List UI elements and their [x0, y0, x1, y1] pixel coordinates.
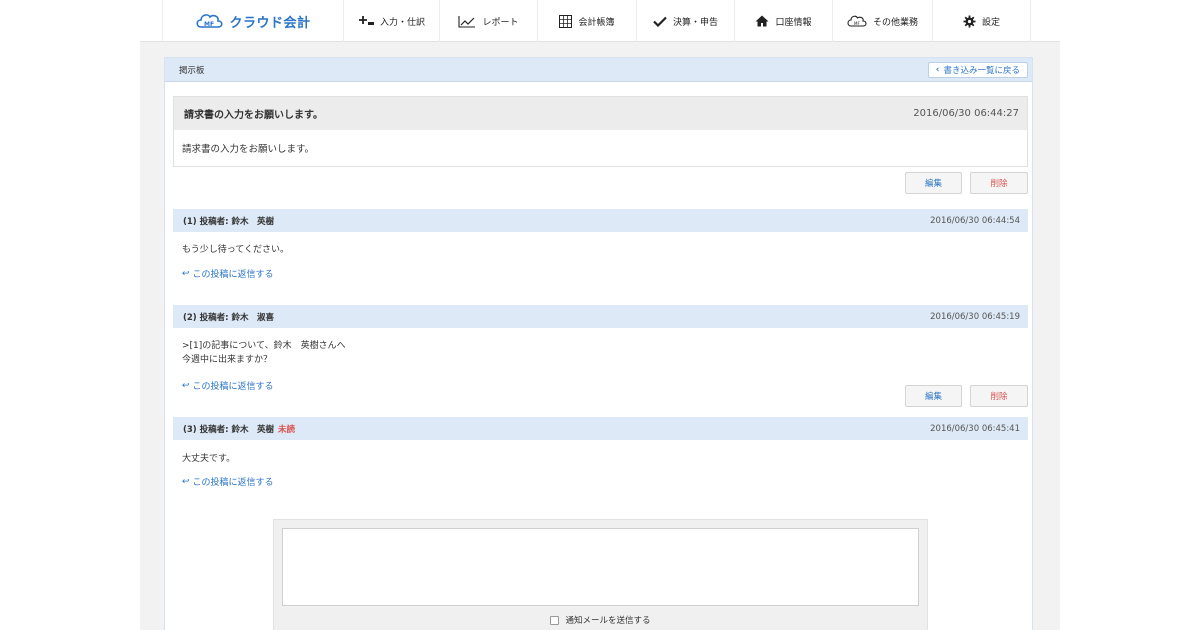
ledger-grid-icon: [559, 14, 573, 28]
post-header: (1) 投稿者: 鈴木 英樹 2016/06/30 06:44:54: [173, 209, 1028, 232]
topic-card: 請求書の入力をお願いします。 2016/06/30 06:44:27 請求書の入…: [173, 96, 1028, 167]
post-header: (2) 投稿者: 鈴木 淑喜 2016/06/30 06:45:19: [173, 305, 1028, 328]
topic-delete-button[interactable]: 削除: [970, 172, 1028, 194]
app-window: MF クラウド会計 入力・仕訳 レポート 会計帳簿 決算・申告 口座情報 MF …: [140, 0, 1060, 630]
reply-link-label: この投稿に返信する: [192, 270, 274, 280]
nav-item-label: 入力・仕訳: [379, 17, 425, 28]
topic-header: 請求書の入力をお願いします。 2016/06/30 06:44:27: [174, 97, 1027, 130]
reply-arrow-icon: ↩: [182, 268, 190, 279]
post-date: 2016/06/30 06:44:54: [930, 215, 1020, 226]
post-author: (1) 投稿者: 鈴木 英樹: [183, 215, 278, 227]
nav-item-label: 口座情報: [775, 17, 812, 28]
unread-badge: 未読: [278, 424, 296, 435]
gear-icon: [963, 15, 976, 28]
post-author-text: (2) 投稿者: 鈴木 淑喜: [183, 312, 275, 323]
board-header: 掲示板 ‹ 書き込み一覧に戻る: [165, 58, 1032, 82]
nav-item-label: 設定: [981, 17, 1000, 28]
compose-panel: 通知メールを送信する: [273, 519, 928, 630]
reply-link[interactable]: ↩ この投稿に返信する: [182, 379, 274, 393]
topic-body: 請求書の入力をお願いします。: [174, 130, 1027, 166]
checkmark-icon: [653, 16, 667, 27]
nav-item-label: その他業務: [872, 17, 918, 28]
home-icon: [755, 15, 769, 27]
reply-link-label: この投稿に返信する: [192, 478, 274, 488]
post-body-line: もう少し待ってください。: [182, 245, 290, 255]
top-nav: MF クラウド会計 入力・仕訳 レポート 会計帳簿 決算・申告 口座情報 MF …: [140, 0, 1060, 42]
cloud-icon: MF: [847, 15, 867, 27]
reply-link-label: この投稿に返信する: [192, 382, 274, 392]
reply-link[interactable]: ↩ この投稿に返信する: [182, 475, 274, 489]
line-chart-icon: [458, 15, 476, 28]
post-body-line: 今週中に出来ますか？: [182, 355, 273, 365]
notify-checkbox[interactable]: [550, 615, 560, 625]
message-textarea[interactable]: [282, 528, 919, 606]
back-to-list-label: 書き込み一覧に戻る: [943, 65, 1020, 76]
post-author-text: (1) 投稿者: 鈴木 英樹: [183, 216, 275, 227]
svg-text:MF: MF: [204, 21, 214, 28]
post-body: 大丈夫です。: [182, 452, 235, 466]
nav-item-accounts[interactable]: 口座情報: [735, 0, 833, 42]
board-title: 掲示板: [179, 65, 205, 76]
bulletin-board-panel: 掲示板 ‹ 書き込み一覧に戻る 請求書の入力をお願いします。 2016/06/3…: [164, 57, 1033, 630]
post-edit-button[interactable]: 編集: [905, 385, 962, 407]
nav-item-label: レポート: [482, 17, 519, 28]
app-logo[interactable]: MF クラウド会計: [162, 0, 344, 42]
post-author-text: (3) 投稿者: 鈴木 英樹: [183, 424, 275, 435]
nav-item-label: 決算・申告: [672, 17, 718, 28]
post-body: >[1]の記事について、鈴木 英樹さんへ 今週中に出来ますか？: [182, 339, 346, 367]
reply-link[interactable]: ↩ この投稿に返信する: [182, 267, 274, 281]
notify-option: 通知メールを送信する: [274, 614, 927, 626]
post-body-line: >[1]の記事について、鈴木 英樹さんへ: [182, 341, 346, 351]
plus-minus-icon: [358, 15, 374, 27]
reply-arrow-icon: ↩: [182, 476, 190, 487]
topic-date: 2016/06/30 06:44:27: [913, 108, 1019, 119]
post-body: もう少し待ってください。: [182, 243, 289, 257]
post-author: (2) 投稿者: 鈴木 淑喜: [183, 311, 278, 323]
reply-arrow-icon: ↩: [182, 380, 190, 391]
cloud-logo-icon: MF: [196, 14, 224, 28]
nav-item-closing[interactable]: 決算・申告: [637, 0, 735, 42]
post-date: 2016/06/30 06:45:41: [930, 423, 1020, 434]
nav-item-reports[interactable]: レポート: [440, 0, 538, 42]
post-author: (3) 投稿者: 鈴木 英樹 未読: [183, 423, 295, 435]
post-body-line: 大丈夫です。: [182, 454, 236, 464]
back-to-list-button[interactable]: ‹ 書き込み一覧に戻る: [927, 61, 1028, 78]
logo-text: クラウド会計: [229, 15, 311, 31]
topic-edit-button[interactable]: 編集: [905, 172, 962, 194]
nav-item-label: 会計帳簿: [578, 17, 615, 28]
topic-title: 請求書の入力をお願いします。: [184, 110, 323, 121]
nav-item-other[interactable]: MF その他業務: [833, 0, 933, 42]
post-date: 2016/06/30 06:45:19: [930, 311, 1020, 322]
post-delete-button[interactable]: 削除: [970, 385, 1028, 407]
chevron-left-icon: ‹: [935, 64, 940, 75]
svg-text:MF: MF: [854, 21, 860, 26]
nav-item-entry[interactable]: 入力・仕訳: [344, 0, 440, 42]
notify-label: 通知メールを送信する: [565, 616, 651, 626]
post-header: (3) 投稿者: 鈴木 英樹 未読 2016/06/30 06:45:41: [173, 417, 1028, 440]
nav-item-settings[interactable]: 設定: [933, 0, 1031, 42]
nav-item-ledgers[interactable]: 会計帳簿: [538, 0, 637, 42]
